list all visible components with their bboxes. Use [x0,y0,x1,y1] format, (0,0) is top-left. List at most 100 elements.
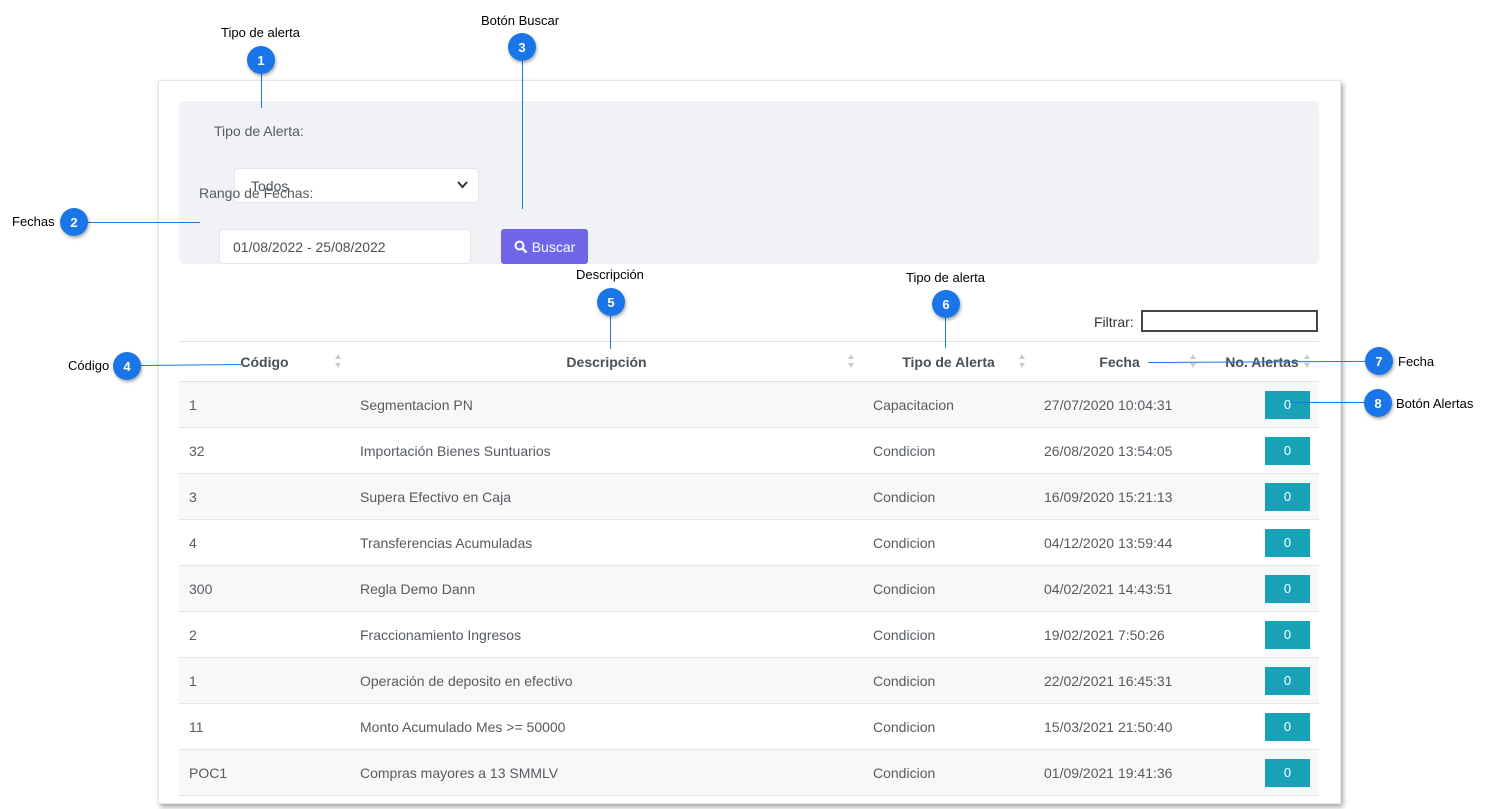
annotation-label-4: Código [68,358,110,373]
table-row: 300 Regla Demo Dann Condicion 04/02/2021 14… [179,565,1319,612]
alertas-button[interactable]: 0 [1265,620,1310,649]
cell-tipo-alerta: Condicion [863,657,1034,704]
cell-descripcion: Fraccionamiento Ingresos [350,611,863,658]
cell-tipo-alerta: Condicion [863,703,1034,750]
header-tipo-alerta[interactable]: Tipo de Alerta [863,341,1034,382]
buscar-button[interactable]: Buscar [501,229,588,264]
cell-descripcion: Segmentacion PN [350,381,863,428]
cell-descripcion: Compras mayores a 13 SMMLV [350,749,863,796]
cell-no-alertas: 0 [1205,473,1319,520]
cell-tipo-alerta: Condicion [863,749,1034,796]
alertas-button[interactable]: 0 [1265,666,1310,695]
annotation-label-8: Botón Alertas [1396,396,1474,411]
callout-line-8 [1290,402,1364,403]
table-row: 11 Monto Acumulado Mes >= 50000 Condicion 1… [179,703,1319,750]
buscar-label: Buscar [531,238,576,255]
cell-codigo: POC1 [179,749,350,796]
cell-codigo: 1 [179,381,350,428]
filtrar-input[interactable] [1141,310,1318,332]
cell-codigo: 1 [179,657,350,704]
header-descripcion[interactable]: Descripción [350,341,863,382]
table-row: 3 Supera Efectivo en Caja Condicion 16/09/2… [179,473,1319,520]
cell-descripcion: Supera Efectivo en Caja [350,473,863,520]
sort-icon [335,354,341,368]
cell-no-alertas: 0 [1205,565,1319,612]
table-row: 1 Segmentacion PN Capacitacion 27/07/2020 1… [179,381,1319,428]
alertas-button[interactable]: 0 [1265,758,1310,787]
cell-codigo: 3 [179,473,350,520]
cell-no-alertas: 0 [1205,611,1319,658]
callout-line-1 [261,74,262,108]
callout-4: 4 [113,352,141,380]
callout-line-2 [88,222,200,223]
cell-codigo: 4 [179,519,350,566]
chevron-down-icon [457,181,468,189]
alertas-button[interactable]: 0 [1265,436,1310,465]
cell-tipo-alerta: Condicion [863,427,1034,474]
annotation-label-1: Tipo de alerta [221,25,301,40]
cell-descripcion: Transferencias Acumuladas [350,519,863,566]
cell-codigo: 2 [179,611,350,658]
callout-7: 7 [1365,347,1393,375]
cell-no-alertas: 0 [1205,657,1319,704]
rango-fechas-label: Rango de Fechas: [199,185,314,201]
cell-descripcion: Importación Bienes Suntuarios [350,427,863,474]
callout-line-6 [945,318,946,348]
annotation-label-2: Fechas [12,214,55,229]
alerts-table: Código Descripción Tipo de Alerta Fecha … [179,341,1319,796]
callout-6: 6 [932,290,960,318]
annotation-label-5: Descripción [576,267,644,282]
annotation-label-3: Botón Buscar [481,13,560,28]
cell-tipo-alerta: Condicion [863,473,1034,520]
cell-fecha: 26/08/2020 13:54:05 [1034,427,1205,474]
callout-8: 8 [1364,389,1392,417]
cell-codigo: 32 [179,427,350,474]
sort-icon [848,354,854,368]
table-row: 2 Fraccionamiento Ingresos Condicion 19/02/… [179,611,1319,658]
callout-1: 1 [247,46,275,74]
callout-2: 2 [60,208,88,236]
cell-codigo: 300 [179,565,350,612]
cell-codigo: 11 [179,703,350,750]
sort-icon [1019,354,1025,368]
annotation-label-7: Fecha [1398,354,1435,369]
callout-line-3 [522,61,523,209]
cell-descripcion: Operación de deposito en efectivo [350,657,863,704]
cell-fecha: 22/02/2021 16:45:31 [1034,657,1205,704]
cell-fecha: 04/02/2021 14:43:51 [1034,565,1205,612]
alertas-button[interactable]: 0 [1265,574,1310,603]
cell-fecha: 01/09/2021 19:41:36 [1034,749,1205,796]
alertas-button[interactable]: 0 [1265,482,1310,511]
callout-line-5 [610,316,611,349]
cell-tipo-alerta: Condicion [863,565,1034,612]
cell-fecha: 27/07/2020 10:04:31 [1034,381,1205,428]
cell-tipo-alerta: Condicion [863,519,1034,566]
cell-fecha: 19/02/2021 7:50:26 [1034,611,1205,658]
cell-no-alertas: 0 [1205,427,1319,474]
filtrar-label: Filtrar: [1094,314,1134,330]
cell-tipo-alerta: Condicion [863,611,1034,658]
cell-no-alertas: 0 [1205,749,1319,796]
date-range-input[interactable]: 01/08/2022 - 25/08/2022 [219,229,471,264]
callout-3: 3 [508,33,536,61]
annotation-label-6: Tipo de alerta [906,270,986,285]
cell-descripcion: Regla Demo Dann [350,565,863,612]
table-row: 4 Transferencias Acumuladas Condicion 04/12… [179,519,1319,566]
cell-no-alertas: 0 [1205,519,1319,566]
alertas-button[interactable]: 0 [1265,390,1310,419]
table-row: 1 Operación de deposito en efectivo Condic… [179,657,1319,704]
table-row: 32 Importación Bienes Suntuarios Condicion… [179,427,1319,474]
cell-fecha: 04/12/2020 13:59:44 [1034,519,1205,566]
table-row: POC1 Compras mayores a 13 SMMLV Condicion 0… [179,749,1319,796]
cell-no-alertas: 0 [1205,703,1319,750]
alertas-button[interactable]: 0 [1265,712,1310,741]
cell-fecha: 15/03/2021 21:50:40 [1034,703,1205,750]
header-codigo[interactable]: Código [179,341,350,382]
search-icon [514,240,528,253]
tipo-alerta-label: Tipo de Alerta: [214,123,304,139]
cell-no-alertas: 0 [1205,381,1319,428]
cell-descripcion: Monto Acumulado Mes >= 50000 [350,703,863,750]
alertas-button[interactable]: 0 [1265,528,1310,557]
callout-5: 5 [597,288,625,316]
cell-fecha: 16/09/2020 15:21:13 [1034,473,1205,520]
